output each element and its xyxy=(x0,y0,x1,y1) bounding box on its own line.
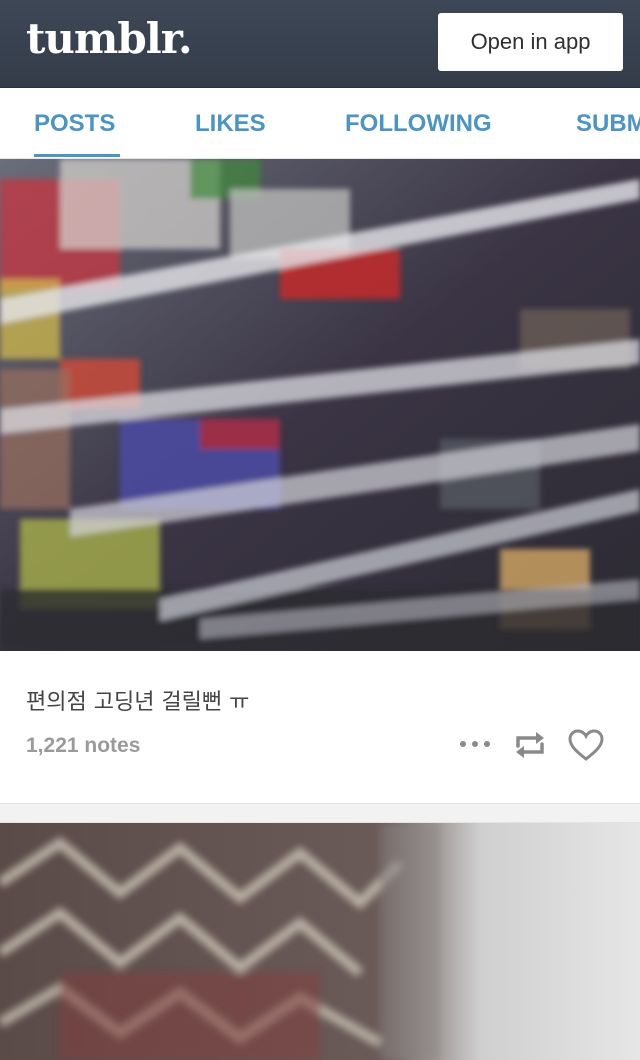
tab-posts[interactable]: POSTS xyxy=(34,110,115,138)
post-video-thumbnail[interactable] xyxy=(0,159,640,651)
knit-pattern-image xyxy=(0,823,640,1060)
post-notes-count[interactable]: 1,221 notes xyxy=(26,734,140,758)
active-tab-indicator xyxy=(34,154,120,157)
top-bar: tumblr. Open in app xyxy=(0,0,640,88)
tumblr-logo[interactable]: tumblr. xyxy=(26,14,193,63)
blog-tabs: POSTS LIKES FOLLOWING SUBMIT xyxy=(0,88,640,159)
post-divider xyxy=(0,803,640,823)
heart-icon[interactable] xyxy=(567,728,605,762)
tumblr-mobile-page: tumblr. Open in app POSTS LIKES FOLLOWIN… xyxy=(0,0,640,1060)
tab-following[interactable]: FOLLOWING xyxy=(345,110,492,138)
more-icon[interactable] xyxy=(458,735,494,753)
reblog-icon[interactable] xyxy=(512,728,548,762)
tab-submit[interactable]: SUBMIT xyxy=(576,110,640,138)
open-in-app-button[interactable]: Open in app xyxy=(438,13,623,71)
next-post-image[interactable] xyxy=(0,823,640,1060)
post-caption: 편의점 고딩년 걸릴뻔 ㅠ xyxy=(26,690,250,715)
store-shelves-image xyxy=(0,159,640,651)
tab-likes[interactable]: LIKES xyxy=(195,110,266,138)
